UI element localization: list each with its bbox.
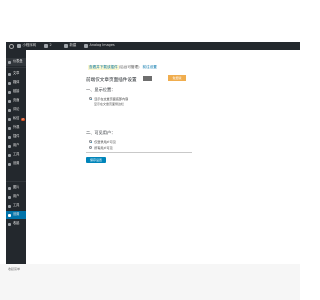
sidebar-item-collapse[interactable]: 收起 [6,220,26,228]
sidebar-item-users[interactable]: 用户 [6,142,26,150]
settings-icon [8,213,11,217]
main-content: 查看并下载该插件 (后台可管理) 前往设置 前端仅文章页面插件设置 免费版 一、… [26,50,300,300]
admin-bar-site[interactable]: 小程序网 [17,42,36,50]
new-label: 新建 [69,43,77,48]
brush-icon [8,126,11,130]
sidebar-item-comments[interactable]: 评论 [6,106,26,114]
image-icon [8,186,11,190]
sidebar-item-plugins[interactable]: 插件 [6,133,26,141]
plus-icon [64,44,68,48]
sidebar-item-label: 页面 [13,98,20,103]
version-badge [143,76,152,81]
sidebar-item-label: 链接 [13,89,20,94]
sidebar-item-label: 私信 [13,116,20,121]
user-icon [8,195,11,199]
tool-icon [8,204,11,208]
plugin-icon [8,135,11,139]
sidebar-item-links[interactable]: 链接 [6,88,26,96]
section-position-heading: 一、显示位置： [86,87,116,92]
section-users-heading: 二、可见用户： [86,130,116,135]
plugin-label: Analog Images [89,43,115,48]
comments-count: 2 [49,43,52,48]
dashboard-icon [8,60,11,64]
radio-checked[interactable] [89,139,93,144]
admin-bar-new[interactable]: 新建 [64,42,76,50]
admin-sidebar: 仪表盘 文章 媒体 链接 页面 评论 私信 2 外观 插件 用户 工具 设置 图… [6,50,26,264]
sidebar-item-tools[interactable]: 工具 [6,151,26,159]
image-icon [84,44,88,48]
message-icon [8,117,11,121]
settings-icon [8,162,11,166]
sidebar-item-settings-current[interactable]: 设置 [6,211,26,219]
radio-unchecked[interactable] [89,145,93,150]
section-divider [86,152,192,153]
sidebar-item-label: 工具 [13,152,20,157]
page-icon [8,99,11,103]
sidebar-item-media[interactable]: 媒体 [6,79,26,87]
sidebar-item-label: 用户 [13,194,20,199]
sidebar-item-pages[interactable]: 页面 [6,97,26,105]
position-option-sidebar[interactable]: 显示在文章页面侧边栏 [94,102,124,106]
sidebar-item-label: 收起 [13,221,20,226]
radio-label: 仅登录用户可见 [94,140,116,144]
update-badge: 2 [20,117,25,121]
collapse-icon [8,222,11,226]
comment-icon [8,108,11,112]
media-icon [8,81,11,85]
sidebar-item-images[interactable]: 图片 [6,184,26,192]
tool-icon [8,153,11,157]
sidebar-item-label: 外观 [13,125,20,130]
plugin-notice: 查看并下载该插件 (后台可管理) 前往设置 [88,64,157,70]
notice-highlight[interactable]: 查看并下载该插件 [88,64,119,70]
menu-separator [6,67,26,68]
users-option-logged-in[interactable]: 仅登录用户可见 [89,139,116,144]
position-option-bottom[interactable]: 显示在文章页面底部内容 [89,96,128,101]
wordpress-logo-icon[interactable] [8,42,15,50]
sidebar-item-posts[interactable]: 文章 [6,70,26,78]
sidebar-item-label: 插件 [13,134,20,139]
page-title: 前端仅文章页面插件设置 [86,78,137,83]
sidebar-item-label: 文章 [13,71,20,76]
sidebar-item-tools-2[interactable]: 工具 [6,202,26,210]
bottom-label: 收起菜单 [8,267,21,271]
wp-admin-page: 小程序网 2 新建 Analog Images 仪表盘 文章 媒体 链接 页面 … [0,0,300,300]
sidebar-item-label: 设置 [13,161,20,166]
site-name: 小程序网 [22,43,37,48]
sidebar-item-appearance[interactable]: 外观 [6,124,26,132]
sidebar-item-dashboard[interactable]: 仪表盘 [6,58,26,66]
radio-label: 显示在文章页面底部内容 [94,97,129,101]
sidebar-item-settings[interactable]: 设置 [6,160,26,168]
admin-bar-plugin[interactable]: Analog Images [84,42,115,50]
save-button[interactable]: 保存设置 [86,157,106,163]
admin-bar-comments[interactable]: 2 [44,42,52,50]
sidebar-item-user[interactable]: 用户 [6,193,26,201]
sidebar-item-messages[interactable]: 私信 2 [6,115,26,123]
sidebar-item-label: 用户 [13,143,20,148]
sidebar-item-label: 评论 [13,107,20,112]
version-tag[interactable]: 免费版 [168,75,186,81]
home-icon [17,44,21,48]
comment-icon [44,44,48,48]
admin-bar: 小程序网 2 新建 Analog Images [6,42,300,50]
users-icon [8,144,11,148]
sidebar-item-label: 图片 [13,185,20,190]
link-icon [8,90,11,94]
pin-icon [8,72,11,76]
sidebar-item-label: 工具 [13,203,20,208]
bottom-strip: 收起菜单 [0,264,300,300]
radio-checked[interactable] [89,96,93,101]
sidebar-item-label: 媒体 [13,80,20,85]
users-option-all[interactable]: 所有用户可见 [89,145,113,150]
notice-link[interactable]: 前往设置 [143,65,157,70]
menu-separator [6,181,26,182]
sidebar-item-label: 设置 [13,212,20,217]
sidebar-item-label: 仪表盘 [13,59,23,64]
notice-text: (后台可管理) [118,64,140,69]
radio-label: 所有用户可见 [94,146,113,150]
